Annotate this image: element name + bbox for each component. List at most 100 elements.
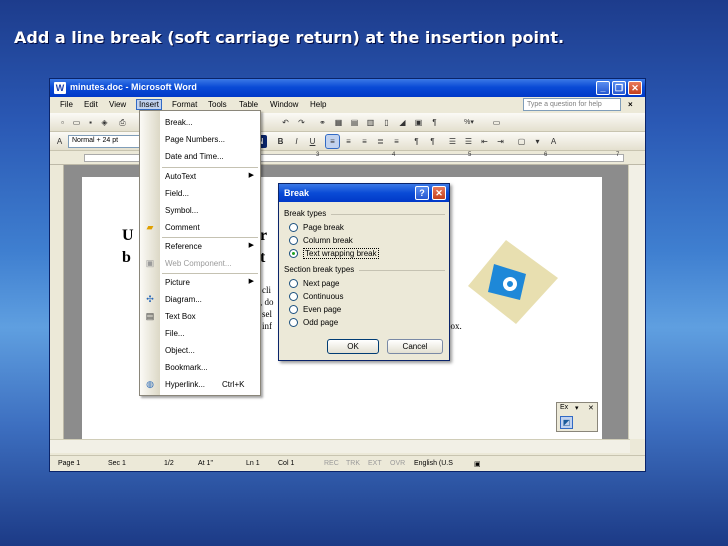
status-ext[interactable]: EXT	[368, 460, 382, 467]
status-section: Sec 1	[108, 460, 126, 467]
menu-view[interactable]: View	[109, 100, 126, 109]
styles-pane-icon[interactable]: A	[53, 135, 66, 148]
menu-item-label: Date and Time...	[165, 152, 224, 161]
radio-button[interactable]	[289, 223, 298, 232]
font-color-icon[interactable]: A	[547, 135, 560, 148]
menu-item-object[interactable]: Object...	[140, 342, 260, 359]
new-document-icon[interactable]: ▫	[56, 116, 69, 129]
status-rec[interactable]: REC	[324, 460, 339, 467]
redo-icon[interactable]: ↷	[295, 116, 308, 129]
doc-heading-start-1: U	[122, 227, 134, 244]
open-icon[interactable]: ▭	[70, 116, 83, 129]
menu-tools[interactable]: Tools	[208, 100, 227, 109]
menu-edit[interactable]: Edit	[84, 100, 98, 109]
table-icon[interactable]: ▦	[332, 116, 345, 129]
increase-indent-icon[interactable]: ⇥	[494, 135, 507, 148]
radio-button[interactable]	[289, 318, 298, 327]
menu-item-date-time[interactable]: Date and Time...	[140, 148, 260, 165]
menu-item-hyperlink[interactable]: ◍ Hyperlink... Ctrl+K	[140, 376, 260, 393]
show-hide-icon[interactable]: ¶	[428, 116, 441, 129]
radio-button-selected[interactable]	[289, 249, 298, 258]
align-left-icon[interactable]: ≡	[325, 134, 340, 149]
ltr-icon[interactable]: ¶	[410, 135, 423, 148]
menu-format[interactable]: Format	[172, 100, 197, 109]
align-right-icon[interactable]: ≡	[358, 135, 371, 148]
menu-item-bookmark[interactable]: Bookmark...	[140, 359, 260, 376]
hyperlink-toolbar-icon[interactable]: ⚭	[316, 116, 329, 129]
menu-table[interactable]: Table	[239, 100, 258, 109]
help-button[interactable]: ?	[415, 186, 429, 200]
menu-insert[interactable]: Insert	[135, 99, 163, 110]
menu-item-file[interactable]: File...	[140, 325, 260, 342]
menu-item-text-box[interactable]: ▤ Text Box	[140, 308, 260, 325]
save-icon[interactable]: ▪	[84, 116, 97, 129]
menu-item-diagram[interactable]: ✣ Diagram...	[140, 291, 260, 308]
rtl-icon[interactable]: ¶	[426, 135, 439, 148]
vertical-scrollbar[interactable]	[628, 165, 645, 439]
spelling-status-icon[interactable]: ▣	[474, 460, 481, 468]
insert-menu-dropdown: Break... Page Numbers... Date and Time..…	[139, 110, 261, 396]
bold-button[interactable]: B	[274, 135, 287, 148]
word-app-icon[interactable]: W	[54, 82, 66, 94]
status-ovr[interactable]: OVR	[390, 460, 405, 467]
radio-button[interactable]	[289, 236, 298, 245]
dialog-close-button[interactable]: ✕	[432, 186, 446, 200]
radio-button[interactable]	[289, 292, 298, 301]
menu-item-label: Hyperlink...	[165, 380, 206, 389]
highlight-icon[interactable]: ▾	[531, 135, 544, 148]
status-column: Col 1	[278, 460, 295, 467]
drawing-icon[interactable]: ◢	[396, 116, 409, 129]
status-bar: Page 1 Sec 1 1/2 At 1" Ln 1 Col 1 REC TR…	[50, 455, 645, 471]
radio-label: Odd page	[303, 318, 339, 327]
zoom-box[interactable]: %▾	[456, 116, 482, 129]
menu-item-picture[interactable]: Picture ▶	[140, 274, 260, 291]
menu-item-field[interactable]: Field...	[140, 185, 260, 202]
bullets-icon[interactable]: ☰	[462, 135, 475, 148]
justify-icon[interactable]: ≣	[374, 135, 387, 148]
menu-item-reference[interactable]: Reference ▶	[140, 238, 260, 255]
permission-icon[interactable]: ◈	[98, 116, 111, 129]
menu-file[interactable]: File	[60, 100, 73, 109]
menu-item-autotext[interactable]: AutoText ▶	[140, 168, 260, 185]
close-button[interactable]: ✕	[628, 81, 642, 95]
exit-header-footer-icon[interactable]: ◩	[560, 416, 573, 429]
submenu-arrow-icon: ▶	[248, 242, 254, 249]
help-search-input[interactable]: Type a question for help	[523, 98, 621, 111]
status-trk[interactable]: TRK	[346, 460, 360, 467]
close-document-icon[interactable]: ×	[628, 100, 633, 109]
underline-button[interactable]: U	[306, 135, 319, 148]
numbering-icon[interactable]: ☰	[446, 135, 459, 148]
columns-icon[interactable]: ▯	[380, 116, 393, 129]
menu-item-symbol[interactable]: Symbol...	[140, 202, 260, 219]
chevron-down-icon[interactable]: ▾	[575, 404, 579, 412]
ok-button[interactable]: OK	[327, 339, 379, 354]
menu-item-label: Break...	[165, 118, 193, 127]
undo-icon[interactable]: ↶	[279, 116, 292, 129]
menu-item-break[interactable]: Break...	[140, 114, 260, 131]
align-center-icon[interactable]: ≡	[342, 135, 355, 148]
floating-toolbar: Ex ▾ ✕ ◩	[556, 402, 598, 432]
excel-icon[interactable]: ▥	[364, 116, 377, 129]
minimize-button[interactable]: _	[596, 81, 610, 95]
radio-button[interactable]	[289, 305, 298, 314]
document-map-icon[interactable]: ▣	[412, 116, 425, 129]
dialog-title: Break	[284, 188, 310, 198]
restore-button[interactable]: ❐	[612, 81, 626, 95]
menu-help[interactable]: Help	[310, 100, 326, 109]
floating-close-button[interactable]: ✕	[588, 404, 594, 412]
vertical-ruler[interactable]	[50, 165, 64, 445]
insert-table-icon[interactable]: ▤	[348, 116, 361, 129]
print-icon[interactable]: ⎙	[116, 116, 129, 129]
style-dropdown[interactable]: Normal + 24 pt	[68, 135, 142, 148]
cancel-button[interactable]: Cancel	[387, 339, 443, 354]
decrease-indent-icon[interactable]: ⇤	[478, 135, 491, 148]
menu-window[interactable]: Window	[270, 100, 298, 109]
menu-item-page-numbers[interactable]: Page Numbers...	[140, 131, 260, 148]
border-icon[interactable]: ▢	[515, 135, 528, 148]
italic-button[interactable]: I	[290, 135, 303, 148]
menu-item-comment[interactable]: ▰ Comment	[140, 219, 260, 236]
radio-button[interactable]	[289, 279, 298, 288]
horizontal-scrollbar[interactable]	[50, 439, 630, 453]
read-icon[interactable]: ▭	[490, 116, 503, 129]
line-spacing-icon[interactable]: ≡	[390, 135, 403, 148]
